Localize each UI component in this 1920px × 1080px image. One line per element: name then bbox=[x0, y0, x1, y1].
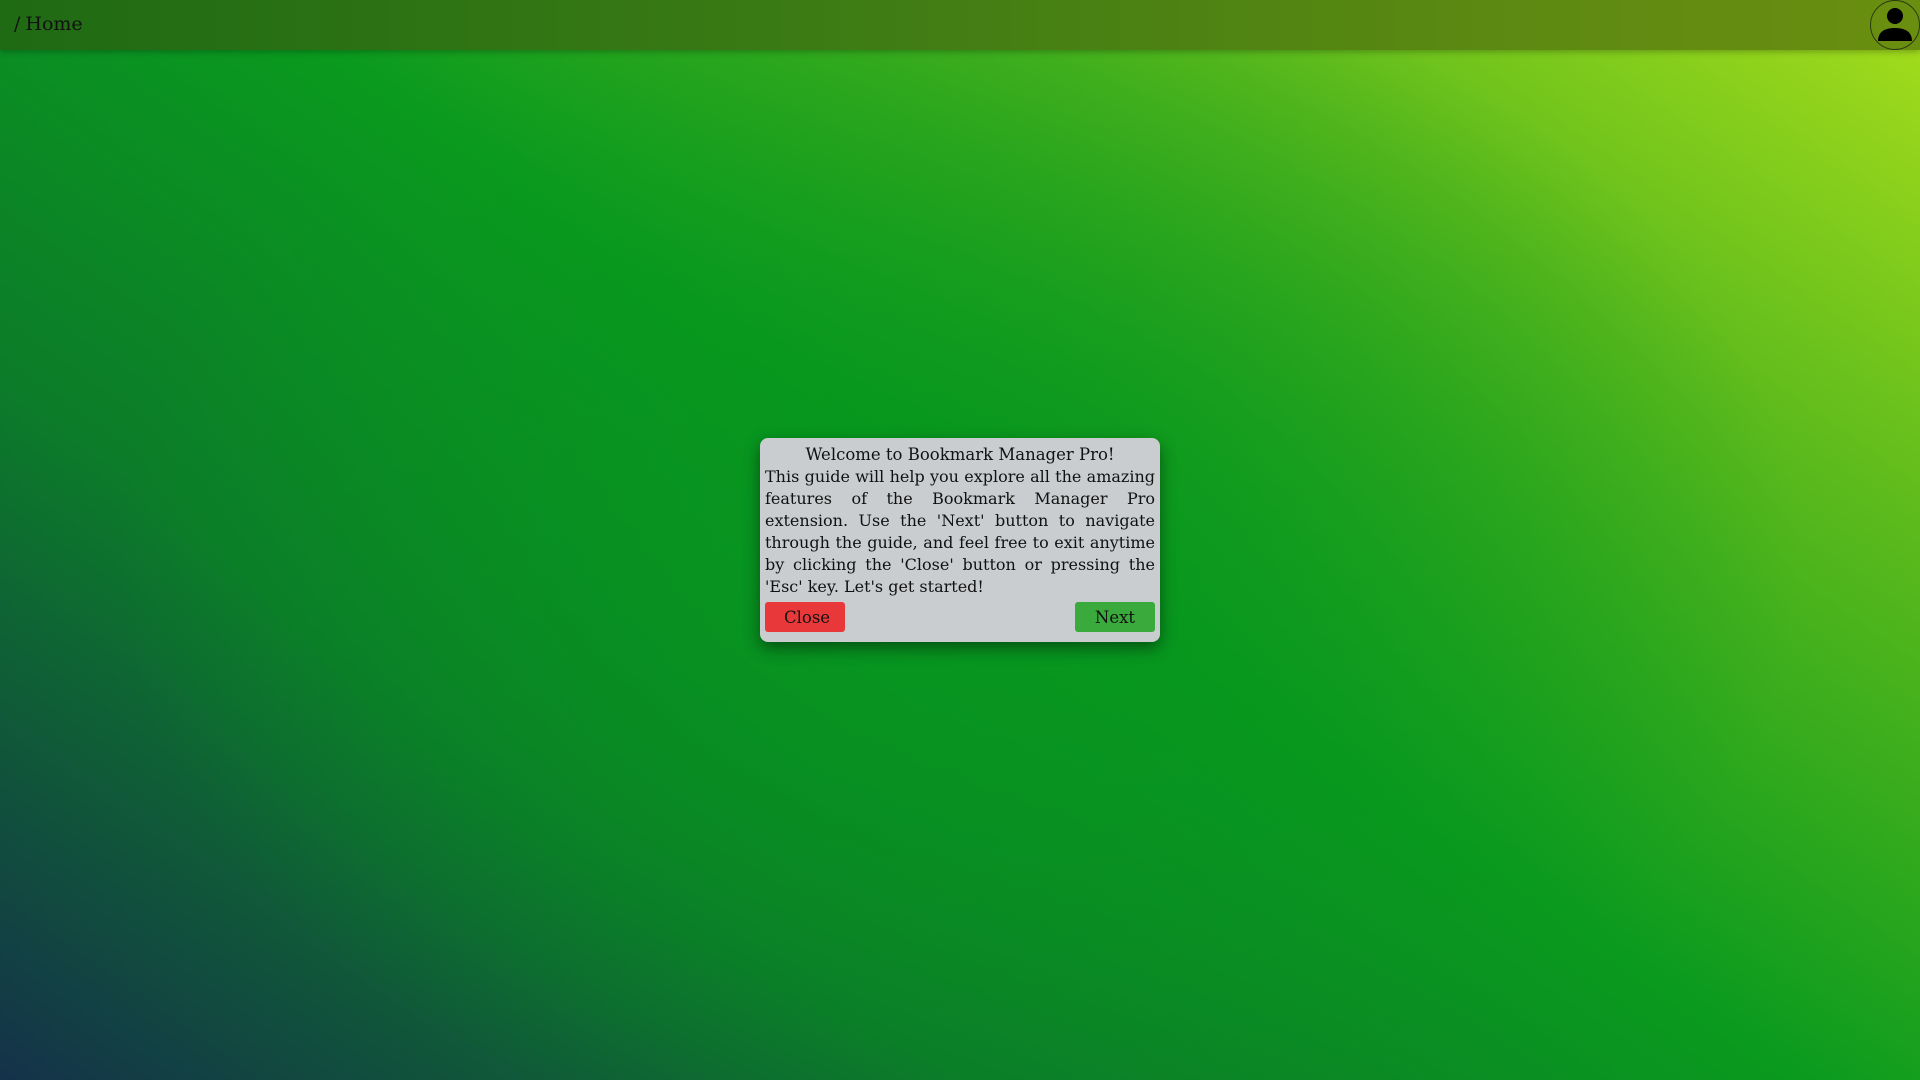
breadcrumb-home-link[interactable]: Home bbox=[25, 13, 82, 35]
close-button[interactable]: Close bbox=[765, 602, 845, 632]
user-icon bbox=[1878, 8, 1912, 41]
welcome-dialog: Welcome to Bookmark Manager Pro! This gu… bbox=[760, 438, 1160, 642]
next-button[interactable]: Next bbox=[1075, 602, 1155, 632]
breadcrumb: / Home bbox=[14, 13, 83, 35]
dialog-body: This guide will help you explore all the… bbox=[765, 467, 1155, 596]
dialog-title: Welcome to Bookmark Manager Pro! bbox=[805, 445, 1115, 464]
user-avatar-button[interactable] bbox=[1870, 0, 1920, 50]
breadcrumb-separator: / bbox=[14, 13, 21, 35]
top-bar: / Home bbox=[0, 0, 1920, 50]
